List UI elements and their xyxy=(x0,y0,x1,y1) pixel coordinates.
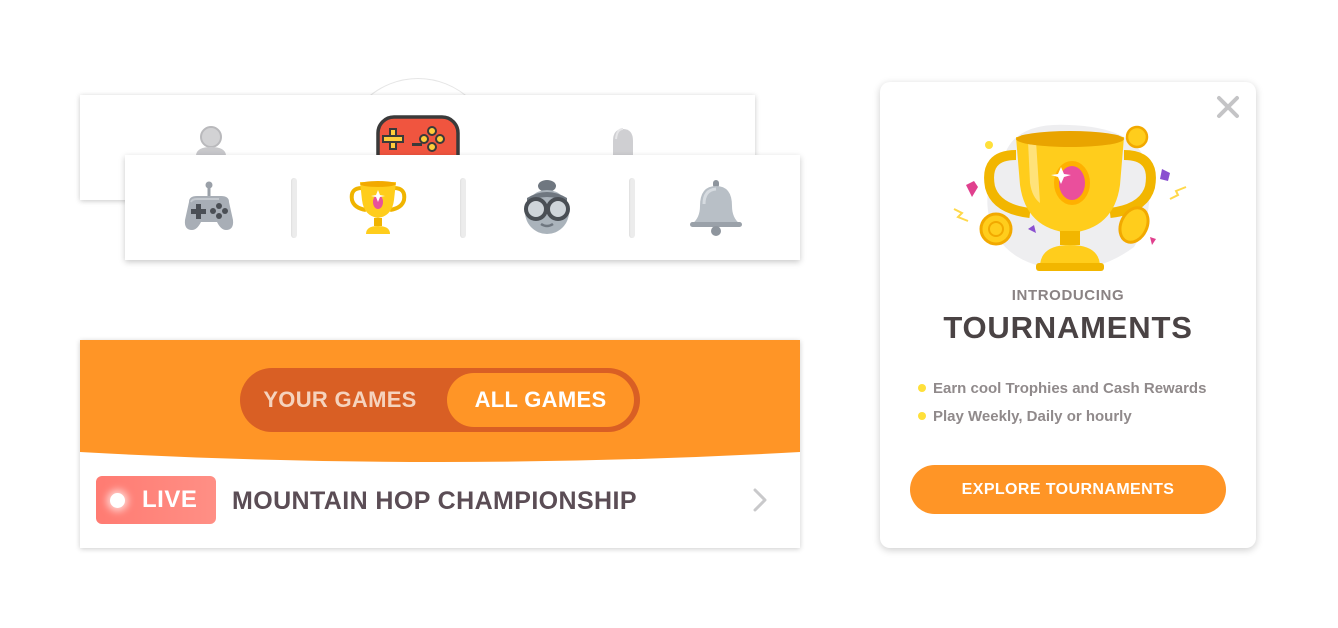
tournaments-promo-card: INTRODUCING TOURNAMENTS Earn cool Trophi… xyxy=(880,82,1256,548)
promo-bullet-text: Play Weekly, Daily or hourly xyxy=(933,407,1132,425)
explore-tournaments-button[interactable]: EXPLORE TOURNAMENTS xyxy=(910,465,1226,514)
promo-bullet: Play Weekly, Daily or hourly xyxy=(918,405,1132,427)
games-filter-toggle: YOUR GAMES ALL GAMES xyxy=(240,368,640,432)
chevron-right-icon[interactable] xyxy=(750,485,770,515)
nav-item-notifications[interactable] xyxy=(632,155,800,260)
live-indicator-dot xyxy=(110,493,125,508)
nav-item-profile[interactable] xyxy=(463,155,631,260)
nav-item-games[interactable] xyxy=(125,155,293,260)
promo-title: TOURNAMENTS xyxy=(943,310,1193,345)
nav-item-tournaments[interactable] xyxy=(294,155,462,260)
gamepad-icon[interactable] xyxy=(376,115,460,155)
bullet-dot xyxy=(918,384,926,392)
tournament-name: MOUNTAIN HOP CHAMPIONSHIP xyxy=(232,487,637,515)
tab-your-games[interactable]: YOUR GAMES xyxy=(240,368,440,432)
bell-icon xyxy=(690,179,742,236)
bottom-nav-bar xyxy=(125,155,800,260)
bell-icon[interactable] xyxy=(608,127,638,155)
gamepad-icon xyxy=(184,181,234,230)
promo-bullet: Earn cool Trophies and Cash Rewards xyxy=(918,377,1206,399)
close-icon[interactable] xyxy=(1216,95,1240,119)
trophy-icon xyxy=(349,180,407,234)
avatar-glasses-icon xyxy=(524,179,570,234)
live-badge-label: LIVE xyxy=(142,486,198,513)
live-badge: LIVE xyxy=(96,476,216,524)
promo-bullet-text: Earn cool Trophies and Cash Rewards xyxy=(933,379,1207,397)
tab-all-games[interactable]: ALL GAMES xyxy=(447,373,634,427)
promo-intro-label: INTRODUCING xyxy=(1011,287,1125,304)
games-panel: YOUR GAMES ALL GAMES LIVE MOUNTAIN HOP C… xyxy=(80,340,800,548)
bullet-dot xyxy=(918,412,926,420)
tournament-row[interactable]: LIVE MOUNTAIN HOP CHAMPIONSHIP xyxy=(80,465,800,548)
trophy-icon xyxy=(953,124,1187,271)
person-icon[interactable] xyxy=(192,125,230,155)
